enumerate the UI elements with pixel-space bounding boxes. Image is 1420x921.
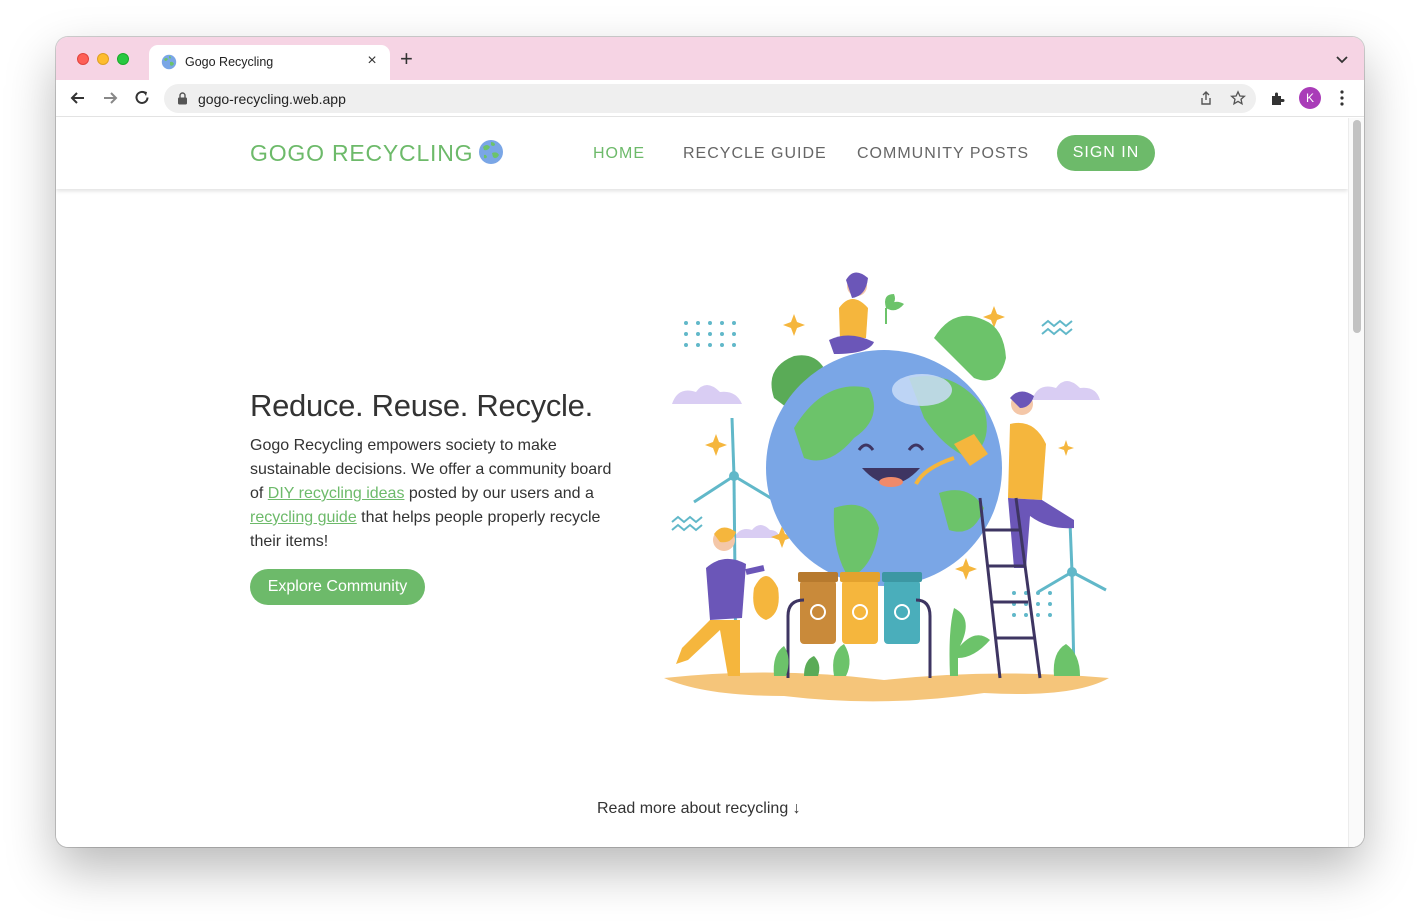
recycling-guide-link[interactable]: recycling guide	[250, 509, 357, 526]
lock-icon	[178, 92, 187, 105]
zoom-window-button[interactable]	[117, 53, 129, 65]
browser-window: Gogo Recycling × + gogo-recycling.web.ap…	[56, 37, 1364, 847]
nav-recycle-guide[interactable]: RECYCLE GUIDE	[683, 145, 827, 163]
minimize-window-button[interactable]	[97, 53, 109, 65]
address-bar[interactable]: gogo-recycling.web.app	[164, 84, 1256, 113]
nav-community-posts[interactable]: COMMUNITY POSTS	[857, 145, 1029, 163]
tab-title: Gogo Recycling	[185, 55, 274, 69]
close-window-button[interactable]	[77, 53, 89, 65]
globe-favicon-icon	[161, 54, 177, 70]
sign-in-button[interactable]: SIGN IN	[1057, 135, 1155, 171]
reload-icon[interactable]	[132, 88, 152, 108]
forward-arrow-icon[interactable]	[100, 88, 120, 108]
diy-ideas-link[interactable]: DIY recycling ideas	[268, 485, 405, 502]
scrollbar-thumb[interactable]	[1353, 120, 1361, 333]
page-scrollbar[interactable]	[1348, 118, 1364, 847]
chevron-down-icon[interactable]	[1334, 51, 1350, 67]
hero-description: Gogo Recycling empowers society to make …	[250, 434, 620, 554]
share-icon[interactable]	[1198, 90, 1214, 106]
browser-tab-active[interactable]: Gogo Recycling ×	[149, 45, 390, 80]
back-arrow-icon[interactable]	[68, 88, 88, 108]
hero-title: Reduce. Reuse. Recycle.	[250, 388, 593, 423]
read-more-link[interactable]: Read more about recycling ↓	[597, 800, 801, 818]
star-icon[interactable]	[1230, 90, 1246, 106]
browser-toolbar: gogo-recycling.web.app K	[56, 80, 1364, 117]
extensions-icon[interactable]	[1270, 90, 1286, 106]
hero-text-part: posted by our users and a	[404, 485, 594, 502]
brand-logo-text[interactable]: GOGO RECYCLING	[250, 140, 473, 167]
recycling-earth-illustration	[664, 272, 1109, 702]
profile-avatar[interactable]: K	[1299, 87, 1321, 109]
site-header: GOGO RECYCLING HOME RECYCLE GUIDE COMMUN…	[56, 118, 1348, 189]
explore-community-button[interactable]: Explore Community	[250, 569, 425, 605]
close-tab-icon[interactable]: ×	[364, 52, 380, 70]
url-text: gogo-recycling.web.app	[198, 91, 346, 107]
tab-strip: Gogo Recycling × +	[56, 37, 1364, 80]
page-viewport: GOGO RECYCLING HOME RECYCLE GUIDE COMMUN…	[56, 118, 1364, 847]
nav-home[interactable]: HOME	[593, 145, 645, 163]
globe-logo-icon	[479, 140, 503, 164]
new-tab-button[interactable]: +	[400, 48, 413, 70]
more-vert-icon[interactable]	[1337, 89, 1347, 107]
